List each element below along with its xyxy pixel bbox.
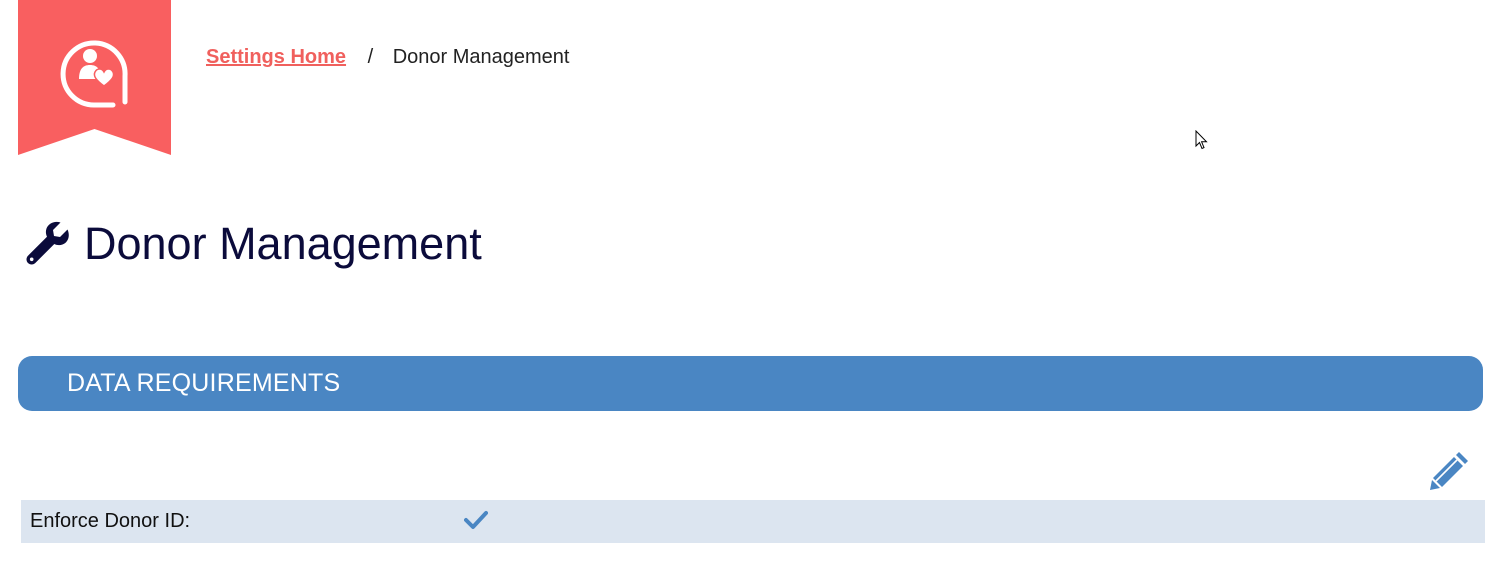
setting-label: Enforce Donor ID: — [30, 510, 191, 532]
breadcrumb-separator: / — [367, 46, 374, 68]
mouse-cursor-icon — [1195, 129, 1209, 155]
page-title-text: Donor Management — [84, 218, 482, 269]
pencil-icon — [1430, 452, 1468, 490]
page-title: Donor Management — [24, 218, 482, 270]
breadcrumb-settings-home-link[interactable]: Settings Home — [206, 46, 346, 68]
setting-row-enforce-donor-id: Enforce Donor ID: — [21, 500, 1485, 543]
breadcrumb-current: Donor Management — [392, 46, 570, 68]
app-logo[interactable] — [18, 0, 171, 155]
section-title: DATA REQUIREMENTS — [67, 369, 341, 397]
edit-button[interactable] — [1428, 448, 1472, 492]
page: Settings Home / Donor Management Donor M… — [0, 0, 1502, 567]
checkmark-icon — [464, 511, 488, 529]
wrench-icon — [26, 221, 69, 265]
breadcrumb: Settings Home / Donor Management — [206, 46, 570, 69]
section-header-data-requirements: DATA REQUIREMENTS — [18, 356, 1483, 411]
